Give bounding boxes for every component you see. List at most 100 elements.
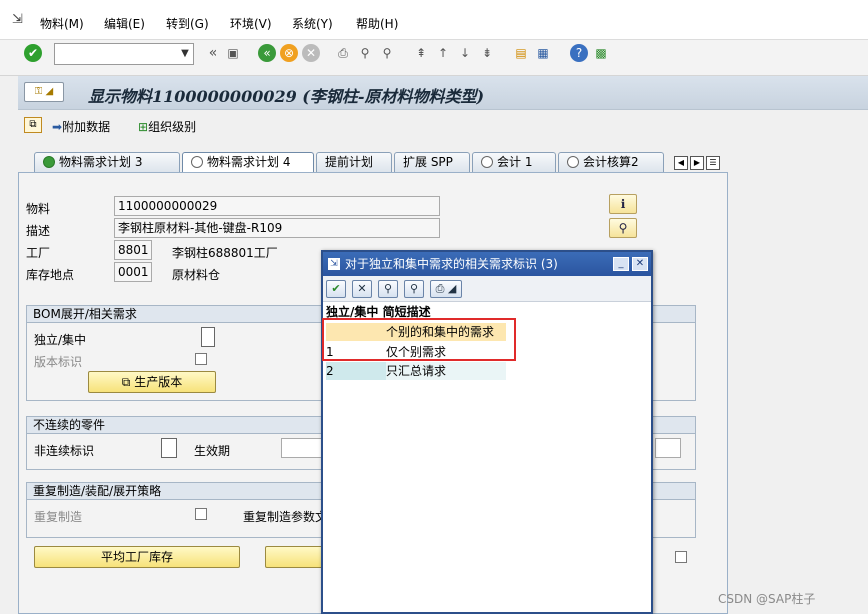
tab-accounting1[interactable]: 会计 1 <box>472 152 556 172</box>
status-circle-icon <box>567 156 579 168</box>
copy-icon: ⧉ <box>121 375 135 389</box>
additional-data-button[interactable]: ➡附加数据 <box>52 118 110 135</box>
find-next-icon[interactable]: ⚲ <box>378 44 396 62</box>
repetitive-mfg-label: 重复制造 <box>34 510 83 524</box>
bottom-checkbox[interactable] <box>675 551 687 563</box>
additional-data-label: 附加数据 <box>62 120 111 134</box>
plant-field[interactable]: 8801 <box>114 240 152 260</box>
back-chevron-icon[interactable]: « <box>204 44 222 62</box>
back-icon[interactable]: « <box>258 44 276 62</box>
red-highlight-box <box>322 318 516 361</box>
tab-mrp3-label: 物料需求计划 3 <box>59 155 143 169</box>
list-item-desc[interactable]: 只汇总请求 <box>386 362 506 380</box>
last-page-icon[interactable]: ⇟ <box>478 44 496 62</box>
search-more-icon[interactable]: ⚲ <box>404 280 424 298</box>
col-indicator-header[interactable]: 独立/集中 <box>326 305 378 319</box>
complete-check-icon <box>43 156 55 168</box>
tab-accounting1-label: 会计 1 <box>497 155 533 169</box>
tab-list-icon[interactable]: ☰ <box>706 156 720 170</box>
page-title: 显示物料1100000000029 (李钢柱-原材料物料类型) <box>88 87 485 106</box>
plant-label: 工厂 <box>26 246 51 260</box>
first-page-icon[interactable]: ⇞ <box>412 44 430 62</box>
description-label: 描述 <box>26 224 51 238</box>
tab-mrp4-label: 物料需求计划 4 <box>207 155 291 169</box>
tab-navigation: ◀ ▶ ☰ <box>674 154 722 170</box>
discontinued-indicator-field[interactable] <box>161 438 177 458</box>
new-session-icon[interactable]: ▤ <box>512 44 530 62</box>
info-icon[interactable]: ℹ <box>609 194 637 214</box>
menu-material[interactable]: 物料(M) <box>40 15 84 32</box>
tab-forecast[interactable]: 提前计划 <box>316 152 392 172</box>
avg-plant-stock-button[interactable]: 平均工厂库存 <box>34 546 240 568</box>
col-description-header[interactable]: 简短描述 <box>383 305 431 319</box>
ind-coll-field[interactable] <box>201 327 215 347</box>
exit-icon[interactable]: ⊗ <box>280 44 298 62</box>
close-icon[interactable]: ✕ <box>632 257 648 271</box>
menu-help[interactable]: 帮助(H) <box>356 15 398 32</box>
print-icon[interactable]: ⎙ <box>334 44 352 62</box>
find-icon[interactable]: ⚲ <box>356 44 374 62</box>
follow-up-material-field[interactable] <box>655 438 681 458</box>
material-label: 物料 <box>26 202 51 216</box>
tab-spp-label: 扩展 SPP <box>403 155 453 169</box>
org-levels-button[interactable]: ⊞组织级别 <box>138 118 196 135</box>
secondary-button[interactable] <box>265 546 325 568</box>
next-page-icon[interactable]: ↓ <box>456 44 474 62</box>
tab-prev-icon[interactable]: ◀ <box>674 156 688 170</box>
command-field[interactable] <box>54 43 194 65</box>
prev-page-icon[interactable]: ↑ <box>434 44 452 62</box>
watermark: CSDN @SAP柱子 <box>718 592 816 606</box>
list-item-code[interactable]: 2 <box>326 362 386 380</box>
enter-check-icon[interactable]: ✔ <box>24 44 42 62</box>
print-dropdown-icon[interactable]: ⎙ ◢ <box>430 280 462 298</box>
save-icon[interactable]: ▣ <box>224 44 242 62</box>
tab-mrp3[interactable]: 物料需求计划 3 <box>34 152 180 172</box>
material-field[interactable]: 1100000000029 <box>114 196 440 216</box>
plant-name: 李钢柱688801工厂 <box>172 246 278 260</box>
org-levels-label: 组织级别 <box>148 120 197 134</box>
tab-forecast-label: 提前计划 <box>325 155 374 169</box>
change-icon[interactable]: ⧉ <box>24 117 42 133</box>
menu-environment[interactable]: 环境(V) <box>230 15 272 32</box>
search-icon[interactable]: ⚲ <box>378 280 398 298</box>
status-circle-icon <box>481 156 493 168</box>
language-icon[interactable]: ⚲ <box>609 218 637 238</box>
dialog-title: 对于独立和集中需求的相关需求标识 (3) <box>323 252 651 276</box>
org-tree-icon: ⊞ <box>138 120 149 134</box>
storage-location-name: 原材料仓 <box>172 268 221 282</box>
menu-goto[interactable]: 转到(G) <box>166 15 209 32</box>
help-icon[interactable]: ? <box>570 44 588 62</box>
dialog-window-icon: ⇲ <box>328 258 340 270</box>
menu-edit[interactable]: 编辑(E) <box>104 15 145 32</box>
command-dropdown-icon[interactable]: ▼ <box>176 43 194 65</box>
effective-out-field[interactable] <box>281 438 323 458</box>
cancel-icon[interactable]: ✕ <box>302 44 320 62</box>
description-field[interactable]: 李钢柱原材料-其他-键盘-R109 <box>114 218 440 238</box>
production-version-button[interactable]: ⧉ 生产版本 <box>88 371 216 393</box>
tab-mrp4[interactable]: 物料需求计划 4 <box>182 152 314 172</box>
discontinued-indicator-label: 非连续标识 <box>34 444 95 458</box>
production-version-label: 生产版本 <box>134 375 183 389</box>
shortcut-icon[interactable]: ▦ <box>534 44 552 62</box>
title-menu-icon[interactable]: ⚿ ◢ <box>24 82 64 102</box>
tab-costing2[interactable]: 会计核算2 <box>558 152 664 172</box>
menu-bar: ⇲ 物料(M) 编辑(E) 转到(G) 环境(V) 系统(Y) 帮助(H) <box>0 0 868 40</box>
repetitive-mfg-checkbox[interactable] <box>195 508 207 520</box>
minimize-icon[interactable]: _ <box>613 257 629 271</box>
tab-costing2-label: 会计核算2 <box>583 155 639 169</box>
confirm-check-icon[interactable]: ✔ <box>326 280 346 298</box>
tab-next-icon[interactable]: ▶ <box>690 156 704 170</box>
customize-layout-icon[interactable]: ▩ <box>592 44 610 62</box>
dialog-toolbar <box>323 276 651 302</box>
storage-location-label: 库存地点 <box>26 268 75 282</box>
version-indicator-checkbox[interactable] <box>195 353 207 365</box>
window-menu-icon[interactable]: ⇲ <box>12 12 28 28</box>
rem-profile-label: 重复制造参数文 <box>243 510 328 524</box>
arrow-right-icon: ➡ <box>52 120 63 134</box>
storage-location-field[interactable]: 0001 <box>114 262 152 282</box>
cancel-x-icon[interactable]: ✕ <box>352 280 372 298</box>
menu-system[interactable]: 系统(Y) <box>292 15 333 32</box>
tab-spp[interactable]: 扩展 SPP <box>394 152 470 172</box>
version-indicator-label: 版本标识 <box>34 355 83 369</box>
status-circle-icon <box>191 156 203 168</box>
